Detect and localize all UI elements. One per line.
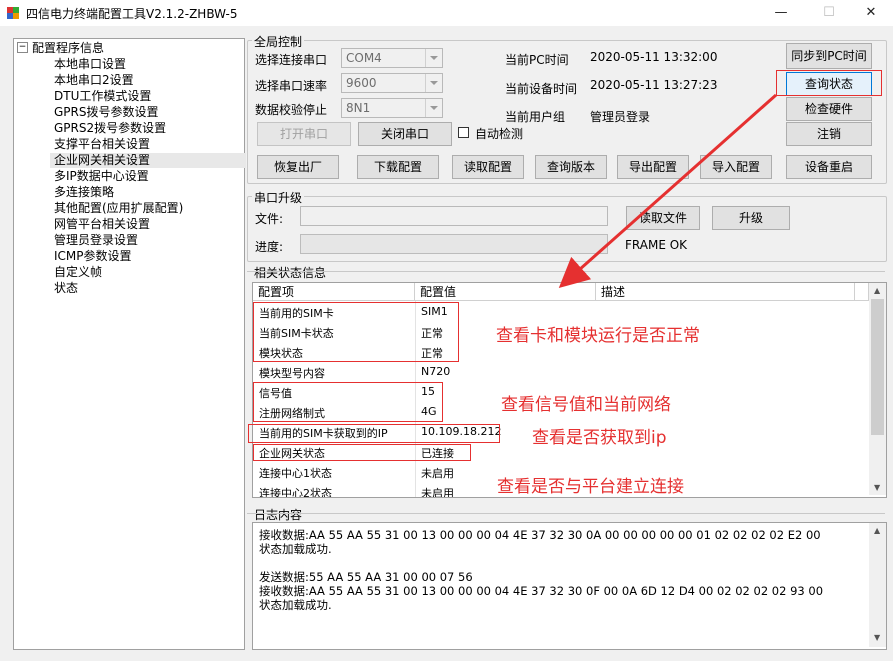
open-port-button[interactable]: 打开串口 xyxy=(257,122,351,146)
auto-detect-label: 自动检测 xyxy=(475,127,524,141)
scroll-up-icon[interactable]: ▲ xyxy=(874,526,880,535)
pc-time-label: 当前PC时间 xyxy=(505,53,569,67)
highlight-box xyxy=(253,444,471,461)
scrollbar-thumb[interactable] xyxy=(871,299,884,435)
log-area[interactable]: 接收数据:AA 55 AA 55 31 00 13 00 00 00 04 4E… xyxy=(252,522,887,650)
app-icon xyxy=(7,7,19,19)
chevron-down-icon xyxy=(425,49,442,67)
read-file-button[interactable]: 读取文件 xyxy=(626,206,700,230)
baud-select[interactable]: 9600 xyxy=(341,73,443,93)
import-config-button[interactable]: 导入配置 xyxy=(700,155,772,179)
config-tree[interactable]: − 配置程序信息 本地串口设置 本地串口2设置 DTU工作模式设置 GPRS拨号参数设… xyxy=(13,38,246,650)
minimize-button[interactable]: — xyxy=(758,0,804,26)
tree-item[interactable]: 其他配置(应用扩展配置) xyxy=(54,201,183,216)
tree-item[interactable]: GPRS拨号参数设置 xyxy=(54,105,159,120)
tree-item[interactable]: 自定义帧 xyxy=(54,265,102,280)
device-time-label: 当前设备时间 xyxy=(505,82,578,96)
upgrade-progress-bar xyxy=(300,234,608,254)
reboot-device-button[interactable]: 设备重启 xyxy=(786,155,872,179)
row-item-value: 未启用 xyxy=(421,467,454,480)
log-line: 状态加载成功. xyxy=(259,598,332,612)
user-group-label: 当前用户组 xyxy=(505,110,566,124)
log-title: 日志内容 xyxy=(252,506,305,523)
tree-item[interactable]: 网管平台相关设置 xyxy=(54,217,150,232)
tree-item[interactable]: 本地串口2设置 xyxy=(54,73,134,88)
scroll-down-icon[interactable]: ▼ xyxy=(874,483,880,492)
title-bar: 四信电力终端配置工具V2.1.2-ZHBW-5 — ☐ ✕ xyxy=(0,0,893,26)
file-label: 文件: xyxy=(255,212,284,226)
row-item-name: 连接中心1状态 xyxy=(259,467,332,480)
column-header[interactable]: 描述 xyxy=(596,283,855,301)
collapse-icon[interactable]: − xyxy=(17,42,28,53)
row-item-value: 未启用 xyxy=(421,487,454,498)
chevron-down-icon xyxy=(425,99,442,117)
tree-root[interactable]: 配置程序信息 xyxy=(32,41,104,56)
row-item-name: 模块型号内容 xyxy=(259,367,325,380)
annotation-signal-network: 查看信号值和当前网络 xyxy=(501,395,671,415)
highlight-box xyxy=(253,302,459,362)
close-port-button[interactable]: 关闭串口 xyxy=(358,122,452,146)
annotation-sim-module: 查看卡和模块运行是否正常 xyxy=(496,326,700,346)
tree-item[interactable]: 企业网关相关设置 xyxy=(50,153,246,168)
read-config-button[interactable]: 读取配置 xyxy=(452,155,524,179)
tree-item[interactable]: 支撑平台相关设置 xyxy=(54,137,150,152)
log-line: 接收数据:AA 55 AA 55 31 00 13 00 00 00 04 4E… xyxy=(259,584,824,598)
tree-item[interactable]: 本地串口设置 xyxy=(54,57,126,72)
highlight-box xyxy=(253,382,443,422)
divider xyxy=(247,271,885,272)
row-item-name: 连接中心2状态 xyxy=(259,487,332,498)
maximize-button[interactable]: ☐ xyxy=(806,0,852,26)
port-label: 选择连接串口 xyxy=(255,53,328,67)
column-header[interactable]: 配置项 xyxy=(253,283,415,301)
column-header[interactable]: 配置值 xyxy=(415,283,596,301)
close-window-button[interactable]: ✕ xyxy=(848,0,893,26)
row-item-value: N720 xyxy=(421,365,451,378)
parity-label: 数据校验停止 xyxy=(255,103,328,117)
parity-select[interactable]: 8N1 xyxy=(341,98,443,118)
restore-factory-button[interactable]: 恢复出厂 xyxy=(257,155,339,179)
global-control-title: 全局控制 xyxy=(252,33,305,50)
vertical-scrollbar[interactable]: ▲ ▼ xyxy=(869,283,886,495)
scroll-down-icon[interactable]: ▼ xyxy=(874,633,880,642)
tree-item[interactable]: GPRS2拨号参数设置 xyxy=(54,121,166,136)
progress-label: 进度: xyxy=(255,240,284,254)
sync-pc-time-button[interactable]: 同步到PC时间 xyxy=(786,43,872,69)
scroll-up-icon[interactable]: ▲ xyxy=(874,286,880,295)
export-config-button[interactable]: 导出配置 xyxy=(617,155,689,179)
vertical-scrollbar[interactable]: ▲ ▼ xyxy=(869,523,886,647)
chevron-down-icon xyxy=(425,74,442,92)
baud-label: 选择串口速率 xyxy=(255,79,328,93)
highlight-box xyxy=(248,424,500,443)
tree-item[interactable]: DTU工作模式设置 xyxy=(54,89,151,104)
annotation-platform-connection: 查看是否与平台建立连接 xyxy=(497,477,684,497)
highlight-box xyxy=(776,70,882,96)
download-config-button[interactable]: 下载配置 xyxy=(357,155,439,179)
pc-time-value: 2020-05-11 13:32:00 xyxy=(590,50,718,64)
log-line: 状态加载成功. xyxy=(259,542,332,556)
upgrade-status: FRAME OK xyxy=(625,238,688,252)
auto-detect-checkbox[interactable] xyxy=(458,127,469,138)
file-path-input[interactable] xyxy=(300,206,608,226)
tree-item[interactable]: ICMP参数设置 xyxy=(54,249,132,264)
column-header xyxy=(855,283,869,301)
query-version-button[interactable]: 查询版本 xyxy=(535,155,607,179)
tree-item[interactable]: 管理员登录设置 xyxy=(54,233,138,248)
window-title: 四信电力终端配置工具V2.1.2-ZHBW-5 xyxy=(26,7,238,21)
annotation-ip: 查看是否获取到ip xyxy=(532,428,667,448)
device-time-value: 2020-05-11 13:27:23 xyxy=(590,78,718,92)
serial-upgrade-title: 串口升级 xyxy=(252,189,305,206)
log-line: 接收数据:AA 55 AA 55 31 00 13 00 00 00 04 4E… xyxy=(259,528,821,542)
tree-item[interactable]: 状态 xyxy=(54,281,78,296)
tree-item[interactable]: 多IP数据中心设置 xyxy=(54,169,149,184)
tree-item[interactable]: 多连接策略 xyxy=(54,185,114,200)
check-hardware-button[interactable]: 检查硬件 xyxy=(786,97,872,121)
status-info-title: 相关状态信息 xyxy=(252,264,329,281)
divider xyxy=(247,513,885,514)
port-select[interactable]: COM4 xyxy=(341,48,443,68)
logout-button[interactable]: 注销 xyxy=(786,122,872,146)
upgrade-button[interactable]: 升级 xyxy=(712,206,790,230)
user-group-value: 管理员登录 xyxy=(590,110,651,124)
